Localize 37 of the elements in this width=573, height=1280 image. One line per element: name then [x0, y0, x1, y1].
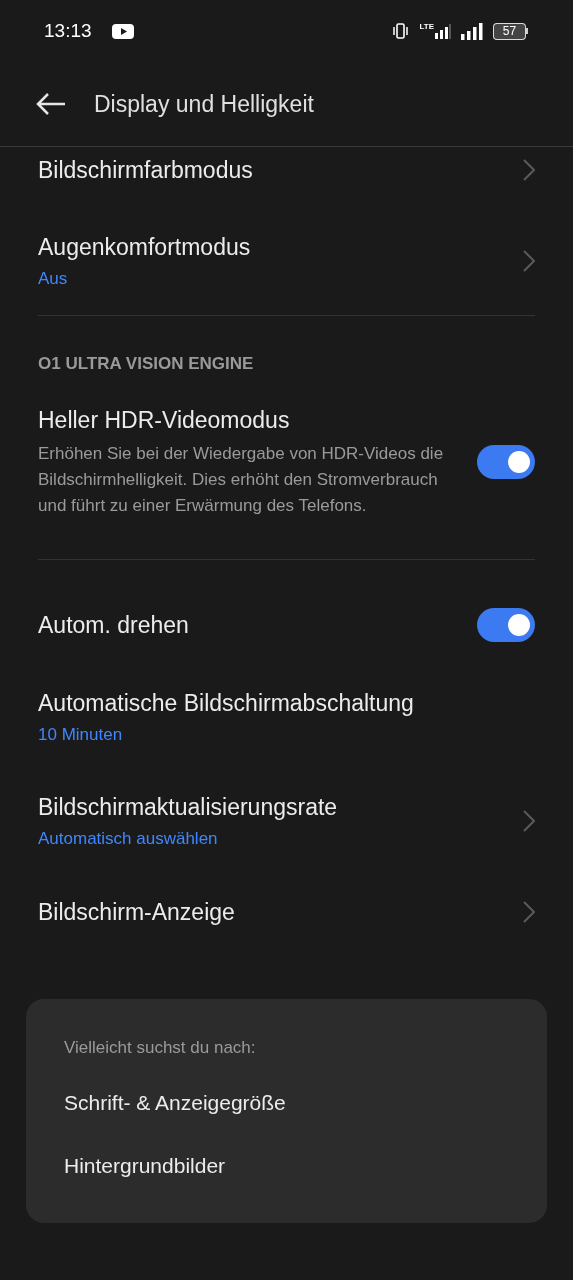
status-time: 13:13 — [44, 18, 92, 43]
section-heading: O1 ULTRA VISION ENGINE — [38, 353, 255, 375]
suggestion-link[interactable]: Schrift- & Anzeigegröße — [64, 1088, 286, 1118]
chevron-icon — [523, 250, 535, 272]
toggle-switch[interactable] — [477, 444, 535, 479]
suggestion-heading: Vielleicht suchst du nach: — [64, 1036, 257, 1059]
setting-title: Bildschirm-Anzeige — [38, 897, 235, 927]
setting-value: 10 Minuten — [38, 723, 124, 746]
back-icon[interactable] — [36, 93, 66, 115]
network-type: LTE — [419, 23, 434, 31]
setting-row[interactable]: Automatische Bildschirmabschaltung 10 Minuten — [38, 664, 535, 769]
signal-icon — [435, 23, 451, 39]
setting-title: Heller HDR-Videomodus — [38, 405, 291, 435]
setting-title: Autom. drehen — [38, 610, 189, 640]
suggestion-link[interactable]: Hintergrundbilder — [64, 1151, 226, 1181]
setting-title: Automatische Bildschirmabschaltung — [38, 688, 414, 718]
toggle-switch[interactable] — [477, 607, 535, 642]
chevron-icon — [523, 159, 535, 181]
setting-value: Aus — [38, 268, 69, 290]
chevron-icon — [523, 809, 535, 832]
vibrate-icon — [392, 23, 410, 39]
setting-description: Erhöhen Sie bei der Wiedergabe von HDR-Videos die Bildschirmhelligkeit. Dies erhöht den Stromverbrauch und führt zu einer Erwärmung des Telefons. — [38, 442, 445, 517]
setting-row[interactable]: Augenkomfortmodus Aus — [38, 209, 535, 313]
signal-icon — [461, 22, 483, 40]
setting-row[interactable]: Bildschirmfarbmodus — [38, 147, 535, 209]
setting-row[interactable]: Heller HDR-Videomodus Erhöhen Sie bei der Wiedergabe von HDR-Videos die Bildschirmhelligkeit. Dies erhöht den Stromverbrauch und führt zu einer Erwärmung des Telefons. — [38, 394, 535, 557]
setting-title: Augenkomfortmodus — [38, 233, 251, 262]
setting-row[interactable]: Bildschirmaktualisierungsrate Automatisch auswählen — [38, 768, 535, 873]
battery-icon: 57 — [493, 22, 528, 40]
setting-title: Bildschirmaktualisierungsrate — [38, 792, 338, 822]
setting-title: Bildschirmfarbmodus — [38, 156, 253, 185]
video-app-icon — [111, 23, 134, 39]
setting-row[interactable]: Bildschirm-Anzeige — [38, 872, 535, 951]
setting-value: Automatisch auswählen — [38, 827, 219, 850]
page-title: Display und Helligkeit — [94, 89, 314, 119]
setting-row[interactable]: Autom. drehen — [38, 561, 535, 665]
chevron-icon — [523, 900, 535, 923]
